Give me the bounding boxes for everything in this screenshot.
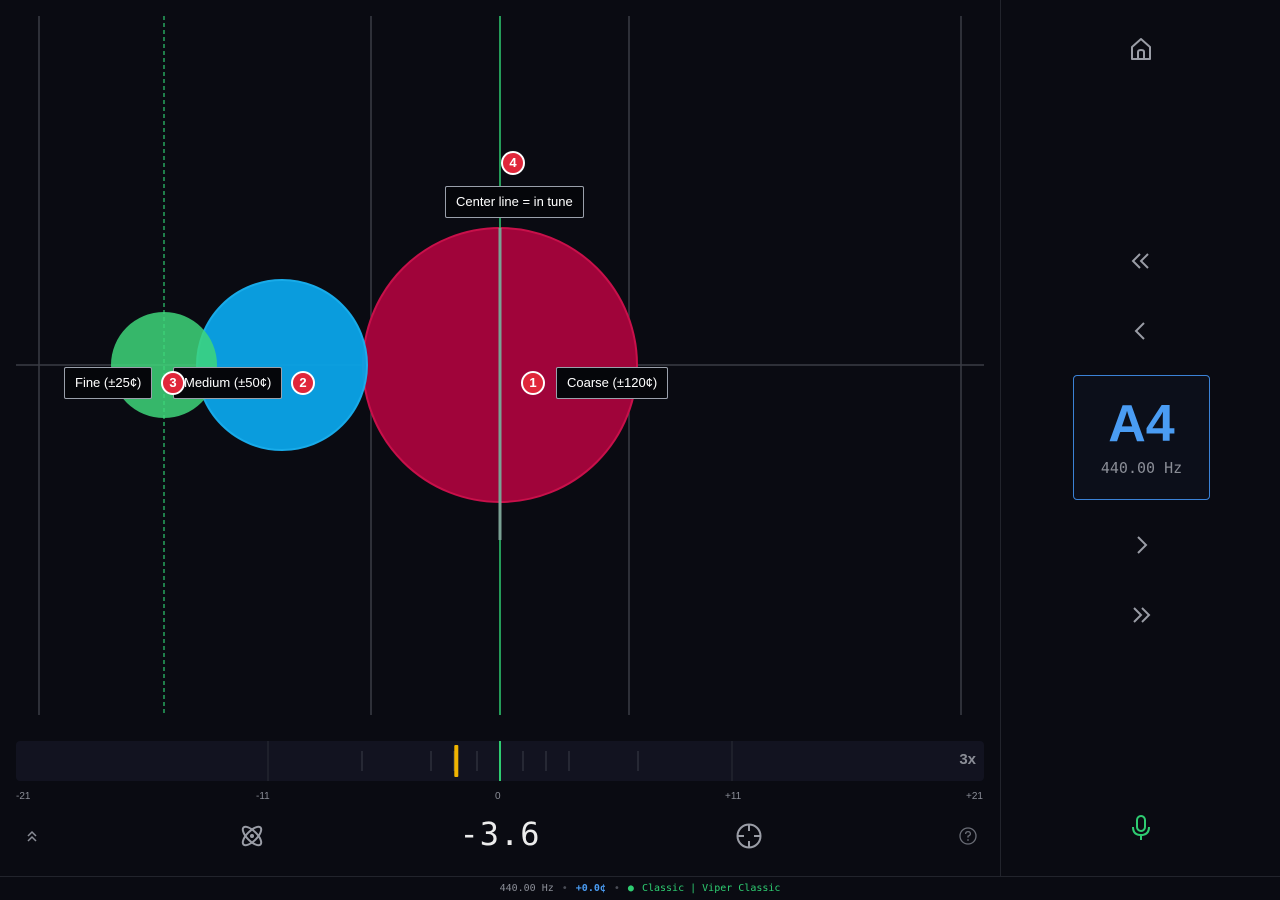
meter-zoom-level[interactable]: 3x: [959, 751, 976, 768]
status-dot: ●: [627, 883, 634, 894]
scale-label-max: +21: [966, 791, 983, 802]
status-frequency: 440.00 Hz: [499, 883, 554, 894]
status-separator: •: [561, 883, 568, 894]
scale-label-min: -21: [16, 791, 31, 802]
chevron-right-icon: [1137, 536, 1148, 554]
scale-label-pos: +11: [725, 791, 742, 802]
fine-circle: [111, 312, 217, 418]
tuning-graph: [16, 16, 984, 715]
sidebar: A4 440.00 Hz: [1000, 0, 1280, 876]
help-circle-icon: [959, 827, 977, 845]
annotation-badge-4: 4: [501, 151, 525, 175]
status-bar: 440.00 Hz • +0.0¢ • ● Classic | Viper Cl…: [0, 876, 1280, 900]
meter-needle: [454, 745, 459, 777]
next-note-button[interactable]: [1125, 529, 1157, 561]
microphone-icon: [1132, 815, 1150, 840]
chevrons-up-icon: [27, 830, 37, 842]
chevrons-left-icon: [1131, 253, 1149, 269]
cents-readout: -3.6: [459, 815, 541, 853]
tuning-visualization: Coarse (±120¢) 1 Medium (±50¢) 2 Fine (±…: [0, 0, 1000, 730]
note-frequency: 440.00 Hz: [1100, 459, 1183, 477]
mode-button[interactable]: [236, 820, 268, 852]
help-button[interactable]: [956, 824, 980, 848]
tuner-main: Coarse (±120¢) 1 Medium (±50¢) 2 Fine (±…: [0, 0, 1000, 876]
scale-label-zero: 0: [495, 791, 501, 802]
chevrons-right-icon: [1133, 607, 1151, 623]
cents-meter-scale: [267, 741, 733, 781]
annotation-badge-1: 1: [521, 371, 545, 395]
collapse-button[interactable]: [20, 824, 44, 848]
note-display[interactable]: A4 440.00 Hz: [1073, 375, 1210, 500]
annotation-badge-3: 3: [161, 371, 185, 395]
coarse-label: Coarse (±120¢): [556, 367, 669, 399]
scale-label-neg: -11: [256, 791, 270, 802]
prev-note-button[interactable]: [1125, 315, 1157, 347]
atom-icon: [241, 825, 263, 847]
status-preset[interactable]: Classic | Viper Classic: [642, 883, 780, 894]
fine-label: Fine (±25¢): [64, 367, 153, 399]
next-octave-button[interactable]: [1125, 599, 1157, 631]
microphone-button[interactable]: [1125, 812, 1157, 844]
prev-octave-button[interactable]: [1125, 245, 1157, 277]
medium-label: Medium (±50¢): [173, 367, 283, 399]
status-cents: +0.0¢: [575, 883, 606, 894]
calibrate-button[interactable]: [733, 820, 765, 852]
note-name: A4: [1108, 395, 1175, 453]
crosshair-icon: [736, 823, 762, 849]
cents-meter: 3x: [16, 741, 984, 781]
chevron-left-icon: [1134, 322, 1145, 340]
status-separator: •: [613, 883, 620, 894]
medium-circle: [196, 279, 368, 451]
home-icon: [1131, 38, 1151, 60]
home-button[interactable]: [1125, 33, 1157, 65]
center-line-label: Center line = in tune: [445, 186, 584, 218]
annotation-badge-2: 2: [291, 371, 315, 395]
